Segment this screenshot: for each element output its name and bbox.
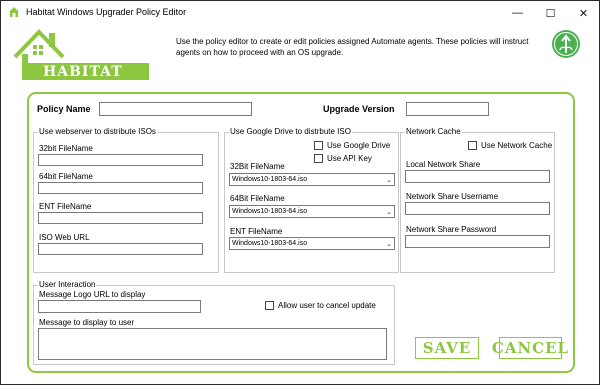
- gdrive-32bit-label: 32Bit FileName: [230, 162, 285, 171]
- share-user-label: Network Share Username: [406, 192, 499, 201]
- policy-name-input[interactable]: [99, 102, 252, 116]
- web-64bit-input[interactable]: [38, 182, 203, 194]
- netcache-group-title: Network Cache: [405, 127, 462, 136]
- gdrive-64bit-value: Windows10-1803-64.iso: [232, 208, 308, 215]
- share-input[interactable]: [405, 170, 550, 183]
- allow-cancel-check-box[interactable]: [265, 301, 274, 310]
- use-gdrive-checkbox[interactable]: Use Google Drive: [314, 141, 390, 150]
- logo-url-input[interactable]: [38, 300, 201, 313]
- upgrade-globe-icon: [552, 30, 580, 58]
- save-button[interactable]: Save: [415, 337, 479, 359]
- use-cache-check-box[interactable]: [468, 141, 477, 150]
- window-title: Habitat Windows Upgrader Policy Editor: [26, 7, 187, 17]
- gdrive-ent-select[interactable]: Windows10-1803-64.iso ⌄: [229, 237, 395, 250]
- web-url-input[interactable]: [38, 243, 203, 255]
- use-cache-label: Use Network Cache: [481, 141, 553, 150]
- gdrive-32bit-value: Windows10-1803-64.iso: [232, 176, 308, 183]
- logo-text: Habitat: [43, 64, 123, 80]
- gdrive-ent-value: Windows10-1803-64.iso: [232, 240, 308, 247]
- web-64bit-label: 64bit FileName: [39, 172, 93, 181]
- minimize-button[interactable]: —: [501, 1, 534, 25]
- use-gdrive-label: Use Google Drive: [327, 141, 391, 150]
- share-user-input[interactable]: [405, 202, 550, 215]
- message-label: Message to display to user: [39, 318, 135, 327]
- habitat-house-icon: [9, 7, 19, 17]
- interaction-group-title: User Interaction: [38, 280, 97, 289]
- web-32bit-input[interactable]: [38, 154, 203, 166]
- web-url-label: ISO Web URL: [39, 233, 90, 242]
- policy-name-label: Policy Name: [37, 104, 91, 114]
- share-pass-input[interactable]: [405, 235, 550, 248]
- use-api-key-checkbox[interactable]: Use API Key: [314, 154, 372, 163]
- gdrive-ent-label: ENT FileName: [230, 227, 283, 236]
- share-pass-label: Network Share Password: [406, 225, 497, 234]
- chevron-down-icon: ⌄: [386, 240, 392, 248]
- message-textarea[interactable]: [38, 328, 387, 360]
- close-button[interactable]: ✕: [567, 1, 599, 25]
- app-window: Habitat Windows Upgrader Policy Editor —…: [0, 0, 600, 385]
- share-label: Local Network Share: [406, 160, 481, 169]
- allow-cancel-checkbox[interactable]: Allow user to cancel update: [265, 301, 376, 310]
- maximize-button[interactable]: ☐: [534, 1, 567, 25]
- web-ent-input[interactable]: [38, 212, 203, 224]
- description-text: Use the policy editor to create or edit …: [176, 37, 529, 57]
- gdrive-64bit-label: 64Bit FileName: [230, 194, 285, 203]
- gdrive-group-title: Use Google Drive to distrbute ISO: [229, 127, 352, 136]
- use-gdrive-check-box[interactable]: [314, 141, 323, 150]
- webserver-group-title: Use webserver to distribute ISOs: [38, 127, 157, 136]
- use-api-key-label: Use API Key: [327, 154, 372, 163]
- upgrade-version-label: Upgrade Version: [323, 104, 395, 114]
- logo-url-label: Message Logo URL to display: [39, 290, 146, 299]
- chevron-down-icon: ⌄: [386, 176, 392, 184]
- cancel-button[interactable]: Cancel: [492, 337, 568, 359]
- web-32bit-label: 32bit FileName: [39, 144, 93, 153]
- upgrade-version-input[interactable]: [406, 102, 489, 116]
- gdrive-32bit-select[interactable]: Windows10-1803-64.iso ⌄: [229, 173, 395, 186]
- chevron-down-icon: ⌄: [386, 208, 392, 216]
- web-ent-label: ENT FileName: [39, 202, 92, 211]
- gdrive-64bit-select[interactable]: Windows10-1803-64.iso ⌄: [229, 205, 395, 218]
- allow-cancel-label: Allow user to cancel update: [278, 301, 376, 310]
- use-cache-checkbox[interactable]: Use Network Cache: [468, 141, 552, 150]
- title-bar: Habitat Windows Upgrader Policy Editor —…: [1, 1, 599, 25]
- use-api-key-check-box[interactable]: [314, 154, 323, 163]
